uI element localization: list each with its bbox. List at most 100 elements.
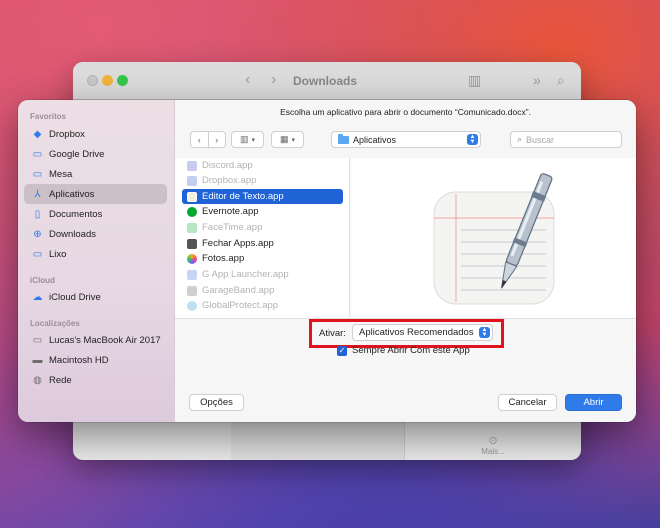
options-button[interactable]: Opções xyxy=(189,394,244,411)
sidebar-item-label: Downloads xyxy=(49,228,96,240)
columns-view-icon: ▥ xyxy=(239,134,249,144)
sidebar: Favoritos ◆ Dropbox ▭ Google Drive ▭ Mes… xyxy=(18,100,175,422)
sidebar-item-dropbox[interactable]: ◆ Dropbox xyxy=(24,124,167,144)
file-name: GlobalProtect.app xyxy=(202,300,279,311)
forward-arrow-icon[interactable]: › xyxy=(271,71,276,89)
select-stepper-icon: ▲ ▼ xyxy=(467,134,478,145)
file-name: Fotos.app xyxy=(202,253,245,264)
enable-filter-select[interactable]: Aplicativos Recomendados ▲ ▼ xyxy=(352,324,493,341)
always-open-checkbox-row[interactable]: ✓ Sempre Abrir Com este App xyxy=(337,345,470,356)
sidebar-item-label: Documentos xyxy=(49,208,103,220)
sidebar-item-label: Aplicativos xyxy=(49,188,95,200)
view-columns-button[interactable]: ▥ ▾ xyxy=(231,131,264,148)
close-window-button[interactable] xyxy=(87,75,98,86)
applications-icon: ⅄ xyxy=(34,188,41,200)
sidebar-item-label: Google Drive xyxy=(49,148,105,160)
list-item: FaceTime.app xyxy=(182,220,343,235)
expand-toolbar-icon[interactable]: » xyxy=(533,72,541,88)
chevron-right-icon[interactable]: › xyxy=(208,135,225,145)
disk-icon: ▬ xyxy=(32,354,43,366)
cloud-icon: ☁ xyxy=(32,291,43,303)
laptop-icon: ▭ xyxy=(32,334,43,346)
always-open-label: Sempre Abrir Com este App xyxy=(352,345,470,356)
sidebar-item-macbook[interactable]: ▭ Lucas's MacBook Air 2017 xyxy=(24,330,167,350)
textedit-app-icon xyxy=(433,173,555,305)
background-pane xyxy=(231,422,405,460)
file-list: Discord.app Dropbox.app Editor de Texto.… xyxy=(175,158,350,318)
list-item[interactable]: Editor de Texto.app xyxy=(182,189,343,204)
photos-icon xyxy=(187,253,197,264)
sidebar-item-downloads[interactable]: ⊕ Downloads xyxy=(24,224,167,244)
chevron-down-icon: ▾ xyxy=(251,136,256,144)
garageband-icon xyxy=(187,285,197,296)
location-value: Aplicativos xyxy=(353,134,397,145)
evernote-icon xyxy=(187,206,197,217)
list-item: Dropbox.app xyxy=(182,173,343,188)
file-name: Dropbox.app xyxy=(202,175,257,186)
search-placeholder: Buscar xyxy=(526,134,555,145)
sidebar-item-mesa[interactable]: ▭ Mesa xyxy=(24,164,167,184)
enable-filter-value: Aplicativos Recomendados xyxy=(359,327,474,338)
textedit-icon xyxy=(187,191,197,202)
search-icon: ⌕ xyxy=(517,134,523,144)
file-name: FaceTime.app xyxy=(202,222,263,233)
list-item[interactable]: Fechar Apps.app xyxy=(182,236,343,251)
desktop-icon: ▭ xyxy=(32,168,43,180)
zoom-window-button[interactable] xyxy=(117,75,128,86)
dialog-prompt: Escolha um aplicativo para abrir o docum… xyxy=(280,107,531,117)
sidebar-item-lixo[interactable]: ▭ Lixo xyxy=(24,244,167,264)
search-field[interactable]: ⌕ Buscar xyxy=(510,131,622,148)
open-button[interactable]: Abrir xyxy=(565,394,622,411)
sidebar-item-label: Macintosh HD xyxy=(49,354,109,366)
facetime-icon xyxy=(187,222,197,233)
google-app-launcher-icon xyxy=(187,269,197,280)
sidebar-item-label: iCloud Drive xyxy=(49,291,101,303)
sidebar-item-aplicativos[interactable]: ⅄ Aplicativos xyxy=(24,184,167,204)
preview-pane xyxy=(351,158,636,318)
folder-icon xyxy=(338,133,349,144)
sidebar-item-icloud-drive[interactable]: ☁ iCloud Drive xyxy=(24,287,167,307)
network-icon: ◍ xyxy=(33,374,42,386)
file-name: Discord.app xyxy=(202,160,253,171)
back-arrow-icon[interactable]: ‹ xyxy=(245,71,250,89)
grid-icon: ▦ xyxy=(279,134,289,144)
dialog-footer: Ativar: Aplicativos Recomendados ▲ ▼ ✓ Se… xyxy=(175,318,636,422)
view-grid-icon[interactable]: ▥ xyxy=(468,72,481,89)
sidebar-item-label: Rede xyxy=(49,374,72,386)
globalprotect-icon xyxy=(187,300,197,311)
file-name: G App Launcher.app xyxy=(202,269,289,280)
main-pane: Escolha um aplicativo para abrir o docum… xyxy=(175,100,636,422)
cancel-button[interactable]: Cancelar xyxy=(498,394,557,411)
list-item: G App Launcher.app xyxy=(182,267,343,282)
list-item: GarageBand.app xyxy=(182,283,343,298)
list-item[interactable]: Evernote.app xyxy=(182,204,343,219)
ativar-label: Ativar: xyxy=(319,328,346,339)
document-icon: ▯ xyxy=(34,208,41,220)
minimize-window-button[interactable] xyxy=(102,75,113,86)
more-button[interactable]: ⊙ Mais... xyxy=(478,434,508,456)
location-select[interactable]: Aplicativos ▲ ▼ xyxy=(331,131,481,148)
list-item[interactable]: Fotos.app xyxy=(182,251,343,266)
checkbox-checked-icon[interactable]: ✓ xyxy=(337,345,347,356)
sidebar-item-documentos[interactable]: ▯ Documentos xyxy=(24,204,167,224)
background-titlebar: ‹ › Downloads ▥ » ⌕ xyxy=(73,62,581,100)
file-name: Evernote.app xyxy=(202,206,259,217)
back-forward-buttons[interactable]: ‹ › xyxy=(190,131,226,148)
search-icon[interactable]: ⌕ xyxy=(557,72,565,89)
group-button[interactable]: ▦ ▾ xyxy=(271,131,304,148)
file-name: Fechar Apps.app xyxy=(202,238,274,249)
trash-icon: ▭ xyxy=(32,248,43,260)
sidebar-item-label: Mesa xyxy=(49,168,73,180)
background-window-title: Downloads xyxy=(293,74,358,88)
sidebar-item-google-drive[interactable]: ▭ Google Drive xyxy=(24,144,167,164)
sidebar-item-macintosh-hd[interactable]: ▬ Macintosh HD xyxy=(24,350,167,370)
chevron-left-icon[interactable]: ‹ xyxy=(191,135,208,145)
dropbox-icon: ◆ xyxy=(33,128,42,140)
sidebar-item-rede[interactable]: ◍ Rede xyxy=(24,370,167,390)
open-with-dialog: Favoritos ◆ Dropbox ▭ Google Drive ▭ Mes… xyxy=(18,100,636,422)
list-item: GlobalProtect.app xyxy=(182,298,343,313)
sidebar-section-favorites: Favoritos xyxy=(30,112,67,121)
file-name: GarageBand.app xyxy=(202,285,275,296)
file-name: Editor de Texto.app xyxy=(202,191,284,202)
sidebar-section-locations: Localizações xyxy=(30,319,80,328)
